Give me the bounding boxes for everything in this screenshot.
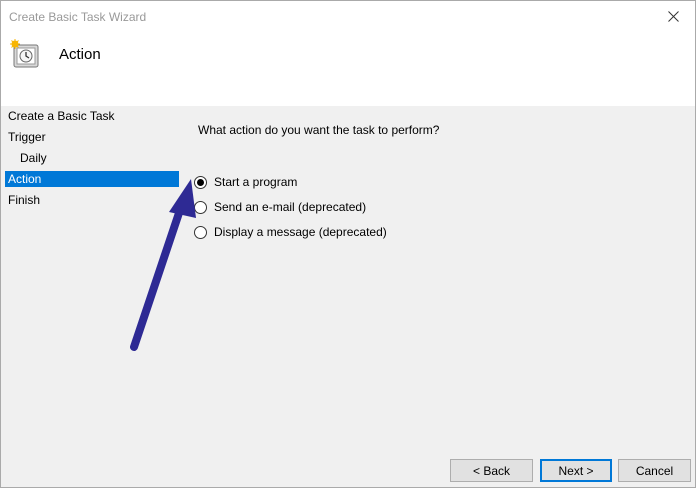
step-action[interactable]: Action [5, 171, 179, 187]
radio-label: Send an e-mail (deprecated) [214, 200, 367, 214]
step-daily[interactable]: Daily [5, 150, 179, 166]
action-question: What action do you want the task to perf… [198, 123, 440, 137]
back-button[interactable]: < Back [450, 459, 533, 482]
radio-button-checked[interactable] [194, 175, 207, 189]
cancel-button[interactable]: Cancel [618, 459, 691, 482]
title-bar: Create Basic Task Wizard [1, 1, 695, 33]
wizard-header: Action [1, 33, 695, 106]
radio-display-message[interactable]: Display a message (deprecated) [194, 224, 387, 240]
step-trigger[interactable]: Trigger [5, 129, 179, 145]
radio-send-email[interactable]: Send an e-mail (deprecated) [194, 199, 366, 215]
radio-label: Display a message (deprecated) [214, 225, 387, 239]
close-icon [667, 10, 679, 22]
next-button[interactable]: Next > [540, 459, 612, 482]
step-create-basic-task[interactable]: Create a Basic Task [5, 108, 179, 124]
wizard-window: Create Basic Task Wizard Action Create a… [0, 0, 696, 488]
page-title: Action [59, 46, 101, 63]
radio-button[interactable] [194, 225, 207, 239]
window-title: Create Basic Task Wizard [9, 10, 147, 24]
close-button[interactable] [651, 1, 695, 31]
radio-start-program[interactable]: Start a program [194, 174, 297, 190]
radio-label: Start a program [214, 175, 298, 189]
task-scheduler-icon [10, 39, 39, 68]
radio-button[interactable] [194, 200, 207, 214]
step-finish[interactable]: Finish [5, 192, 179, 208]
